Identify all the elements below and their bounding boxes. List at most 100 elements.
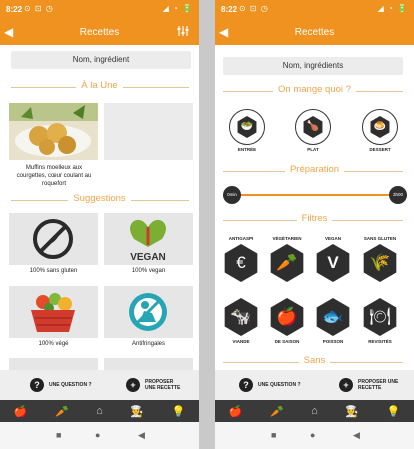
- tab-home-icon[interactable]: ⌂: [311, 405, 318, 417]
- status-system-icons: ◢ ◔ 🔋: [162, 4, 193, 13]
- slider-max-handle[interactable]: 3h00: [389, 186, 407, 204]
- tab-bar: 🍎 🥕 ⌂ 👨‍🍳 💡: [215, 400, 414, 422]
- home-nav-icon[interactable]: ●: [310, 430, 315, 440]
- tab-home-icon[interactable]: ⌂: [96, 405, 103, 417]
- tab-bar: 🍎 🥕 ⌂ 👨‍🍳 💡: [0, 400, 199, 422]
- filter-label: POISSON: [322, 339, 344, 344]
- suggestion-card-no-gluten[interactable]: [9, 213, 98, 265]
- question-button[interactable]: ? UNE QUESTION ?: [30, 375, 92, 395]
- question-icon: ?: [239, 378, 253, 392]
- featured-caption[interactable]: Muffins moelleux aux courgettes, cœur co…: [12, 164, 96, 188]
- question-label: UNE QUESTION ?: [49, 382, 92, 388]
- page-title: Recettes: [79, 27, 120, 38]
- vegetable-basket-icon: [31, 293, 75, 332]
- filter-sans-gluten[interactable]: SANS GLUTEN 🌾: [360, 236, 400, 282]
- meal-dessert[interactable]: 🍮 DESSERT: [360, 109, 400, 152]
- chicken-icon: 🍗: [303, 116, 323, 138]
- status-system-icons: ◢ ◔ 🔋: [377, 4, 408, 13]
- recents-icon[interactable]: ■: [271, 430, 276, 440]
- back-nav-icon[interactable]: ◀: [353, 430, 360, 441]
- search-input[interactable]: Nom, ingrédients: [223, 57, 403, 75]
- featured-recipe-image[interactable]: [9, 103, 98, 160]
- tab-chef-icon[interactable]: 👨‍🍳: [345, 405, 359, 418]
- cow-icon: 🐄: [224, 298, 258, 336]
- tab-apple-icon[interactable]: 🍎: [14, 405, 28, 418]
- filter-label: VEGAN: [324, 236, 341, 241]
- section-filtres: Filtres: [215, 213, 414, 227]
- meal-plat[interactable]: 🍗 PLAT: [293, 109, 333, 152]
- screen-divider: [199, 0, 215, 449]
- suggestion-label[interactable]: 100% sans gluten: [9, 268, 98, 274]
- meal-label: ENTRÉE: [237, 147, 257, 152]
- tab-apple-icon[interactable]: 🍎: [229, 405, 243, 418]
- section-preparation: Préparation: [215, 164, 414, 178]
- status-time: 8:22: [221, 5, 238, 14]
- filter-sliders-icon[interactable]: [177, 25, 189, 40]
- filter-viande[interactable]: 🐄 VIANDE: [221, 296, 261, 345]
- search-input[interactable]: Nom, ingrédient: [11, 51, 191, 69]
- vegan-v-icon: V: [316, 244, 350, 282]
- status-time: 8:22: [6, 5, 23, 14]
- suggestion-label[interactable]: 100% vegan: [104, 268, 193, 274]
- preparation-slider[interactable]: 0min 3h00: [223, 186, 407, 204]
- slider-track: [233, 194, 397, 196]
- filter-label: ANTIGASPI: [228, 236, 254, 241]
- filter-label: REVISITÉS: [368, 339, 392, 344]
- tab-chef-icon[interactable]: 👨‍🍳: [130, 405, 144, 418]
- fish-icon: 🐟: [316, 298, 350, 336]
- filter-de-saison[interactable]: 🍎 DE SAISON: [267, 296, 307, 345]
- section-suggestions: Suggestions: [0, 193, 199, 207]
- slider-min-handle[interactable]: 0min: [223, 186, 241, 204]
- home-nav-icon[interactable]: ●: [95, 430, 100, 440]
- propose-recipe-button[interactable]: + PROPOSER UNE RECETTE: [126, 375, 185, 395]
- tab-carrot-icon[interactable]: 🥕: [270, 405, 284, 418]
- tab-bulb-icon[interactable]: 💡: [387, 405, 401, 418]
- filter-poisson[interactable]: 🐟 POISSON: [313, 296, 353, 345]
- filter-label: SANS GLUTEN: [363, 236, 397, 241]
- wheat-off-icon: 🌾: [363, 244, 397, 282]
- plus-icon: +: [339, 378, 353, 392]
- cloche-icon: 🍽: [363, 298, 397, 336]
- suggestion-card-vege[interactable]: [9, 286, 98, 338]
- featured-placeholder[interactable]: [104, 103, 193, 160]
- status-bar: 8:22 ⊙ ⊡ ◷ ◢ ◔ 🔋: [215, 0, 414, 21]
- vegan-text: VEGAN: [130, 252, 166, 263]
- suggestion-card-vegan[interactable]: VEGAN: [104, 213, 193, 265]
- euro-icon: €: [224, 244, 258, 282]
- meal-entree[interactable]: 🥗 ENTRÉE: [227, 109, 267, 152]
- bottom-action-bar: ? UNE QUESTION ? + PROPOSER UNE RECETTE: [0, 370, 199, 400]
- tab-carrot-icon[interactable]: 🥕: [55, 405, 69, 418]
- status-notification-icons: ⊙ ⊡ ◷: [239, 4, 269, 13]
- status-notification-icons: ⊙ ⊡ ◷: [24, 4, 54, 13]
- plus-icon: +: [126, 378, 140, 392]
- no-gluten-icon: [33, 219, 73, 259]
- app-bar: ◀ Recettes: [215, 21, 414, 45]
- propose-recipe-button[interactable]: + PROPOSER UNE RECETTE: [339, 375, 400, 395]
- app-bar: ◀ Recettes: [0, 21, 199, 45]
- bottom-action-bar: ? UNE QUESTION ? + PROPOSER UNE RECETTE: [215, 370, 414, 400]
- carrot-icon: 🥕: [270, 244, 304, 282]
- filter-vegetarien[interactable]: VÉGÉTARIEN 🥕: [267, 236, 307, 282]
- recents-icon[interactable]: ■: [56, 430, 61, 440]
- suggestion-card-antifringales[interactable]: [104, 286, 193, 338]
- filter-label: VIANDE: [232, 339, 250, 344]
- right-screen: 8:22 ⊙ ⊡ ◷ ◢ ◔ 🔋 ◀ Recettes Nom, ingrédi…: [215, 0, 414, 449]
- question-button[interactable]: ? UNE QUESTION ?: [239, 375, 301, 395]
- filter-antigaspi[interactable]: ANTIGASPI €: [221, 236, 261, 282]
- filter-revisites[interactable]: 🍽 REVISITÉS: [360, 296, 400, 345]
- tab-bulb-icon[interactable]: 💡: [172, 405, 186, 418]
- suggestion-label[interactable]: 100% végé: [9, 341, 98, 347]
- propose-label: PROPOSER UNE RECETTE: [145, 379, 181, 391]
- section-a-la-une: À la Une: [0, 80, 199, 94]
- question-icon: ?: [30, 378, 44, 392]
- antifringale-icon: [129, 293, 167, 331]
- filter-label: VÉGÉTARIEN: [272, 236, 302, 241]
- system-nav-bar: ■ ● ◀: [0, 422, 199, 449]
- suggestion-label[interactable]: Antifringales: [104, 341, 193, 347]
- suggestion-card-partial[interactable]: [104, 358, 193, 370]
- suggestion-card-partial[interactable]: [9, 358, 98, 370]
- apple-icon: 🍎: [270, 298, 304, 336]
- pudding-icon: 🍮: [370, 116, 390, 138]
- back-nav-icon[interactable]: ◀: [138, 430, 145, 441]
- filter-vegan[interactable]: VEGAN V: [313, 236, 353, 282]
